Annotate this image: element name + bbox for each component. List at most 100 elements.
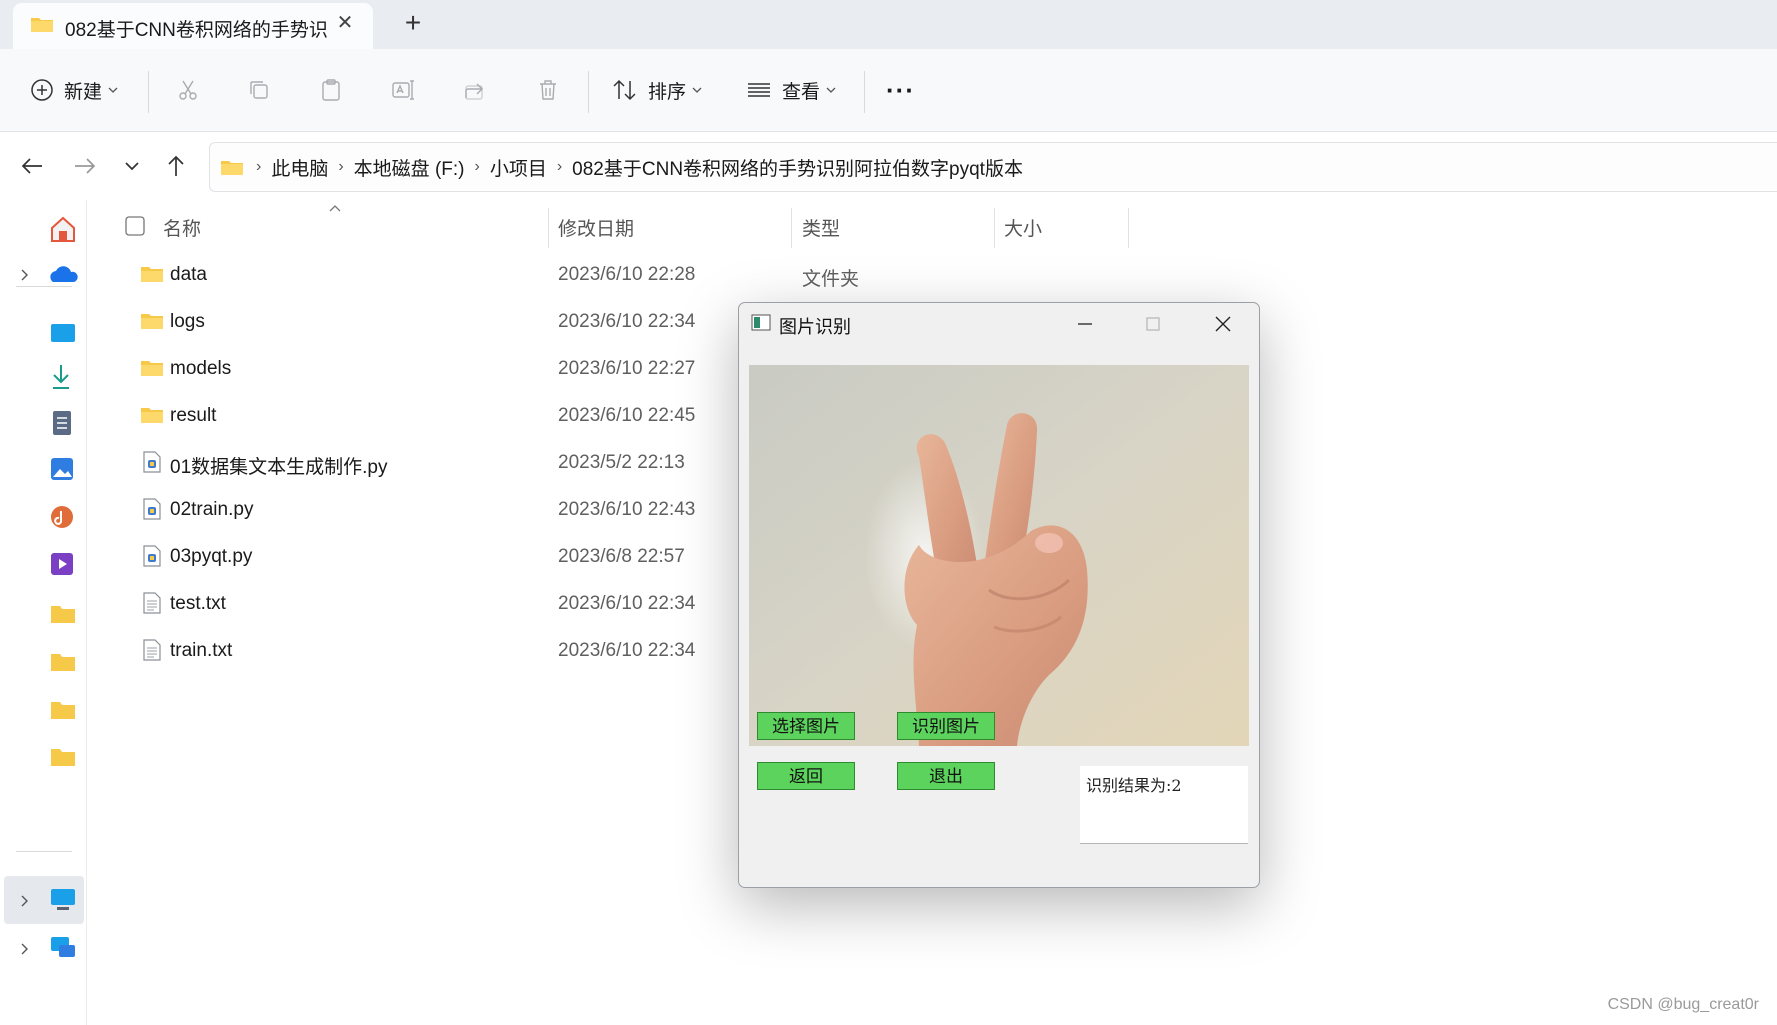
sort-button[interactable]: 排序 [612, 49, 702, 131]
videos-icon[interactable] [49, 550, 83, 580]
select-all-checkbox[interactable] [125, 216, 145, 236]
expand-chevron-icon[interactable] [18, 942, 32, 956]
column-divider[interactable] [791, 208, 792, 248]
python-file-icon [143, 545, 161, 567]
tab-strip: 082基于CNN卷积网络的手势识 ✕ + [0, 0, 1777, 49]
file-row[interactable]: train.txt 2023/6/10 22:34 [86, 628, 786, 675]
chevron-down-icon [108, 87, 118, 93]
image-recognition-dialog: 图片识别 选择图片 识别图片 返回 退出 识别结果为:2 [738, 302, 1260, 888]
close-tab-icon[interactable]: ✕ [333, 11, 357, 35]
dialog-title: 图片识别 [779, 317, 851, 337]
downloads-icon[interactable] [49, 362, 83, 392]
copy-button[interactable] [247, 49, 271, 131]
file-row[interactable]: models 2023/6/10 22:27 [86, 346, 786, 393]
rename-button[interactable] [391, 49, 417, 131]
breadcrumb-small-projects[interactable]: 小项目 [490, 154, 547, 181]
breadcrumb-current-folder[interactable]: 082基于CNN卷积网络的手势识别阿拉伯数字pyqt版本 [572, 154, 1023, 181]
folder-icon[interactable] [49, 646, 83, 676]
file-date: 2023/6/10 22:43 [558, 499, 696, 520]
address-row: › 此电脑 › 本地磁盘 (F:) › 小项目 › 082基于CNN卷积网络的手… [0, 132, 1777, 200]
chevron-down-icon [826, 87, 836, 93]
back-arrow-icon[interactable] [18, 152, 46, 180]
file-name: 02train.py [170, 499, 254, 520]
text-file-icon [143, 592, 161, 614]
rename-icon [392, 80, 414, 100]
trash-icon [540, 80, 556, 100]
breadcrumb-this-pc[interactable]: 此电脑 [271, 154, 328, 181]
file-row[interactable]: result 2023/6/10 22:45 [86, 393, 786, 440]
minimize-icon[interactable] [1071, 311, 1099, 337]
breadcrumb-local-disk[interactable]: 本地磁盘 (F:) [354, 154, 465, 181]
address-bar[interactable]: › 此电脑 › 本地磁盘 (F:) › 小项目 › 082基于CNN卷积网络的手… [209, 142, 1777, 192]
file-date: 2023/6/10 22:27 [558, 358, 696, 379]
expand-chevron-icon[interactable] [18, 894, 32, 908]
file-name: train.txt [170, 640, 233, 661]
paste-button[interactable] [319, 49, 343, 131]
file-name: result [170, 405, 217, 426]
maximize-icon[interactable] [1139, 311, 1167, 337]
view-label: 查看 [782, 81, 821, 103]
home-icon[interactable] [49, 214, 83, 244]
select-image-button[interactable]: 选择图片 [757, 712, 855, 740]
music-icon[interactable] [49, 503, 83, 533]
file-row[interactable]: 03pyqt.py 2023/6/8 22:57 [86, 534, 786, 581]
new-button[interactable]: 新建 [30, 49, 118, 131]
file-row[interactable]: test.txt 2023/6/10 22:34 [86, 581, 786, 628]
cut-button[interactable] [176, 49, 200, 131]
network-icon[interactable] [49, 933, 83, 963]
folder-icon [141, 361, 163, 376]
back-button[interactable]: 返回 [757, 762, 855, 790]
recent-locations-chevron-icon[interactable] [118, 152, 146, 180]
folder-icon[interactable] [49, 694, 83, 724]
share-button[interactable] [463, 49, 487, 131]
file-name: logs [170, 311, 205, 332]
folder-icon [221, 161, 243, 175]
toolbar-separator [864, 71, 865, 113]
this-pc-icon[interactable] [49, 885, 83, 915]
file-row[interactable]: data 2023/6/10 22:28 文件夹 [86, 252, 1086, 299]
column-size[interactable]: 大小 [1004, 214, 1042, 241]
close-icon[interactable] [1209, 311, 1237, 337]
column-name[interactable]: 名称 [163, 214, 201, 241]
folder-icon[interactable] [49, 741, 83, 771]
file-row[interactable]: 02train.py 2023/6/10 22:43 [86, 487, 786, 534]
dialog-title-bar[interactable]: 图片识别 [739, 303, 1259, 345]
folder-icon [141, 267, 163, 282]
explorer-tab[interactable]: 082基于CNN卷积网络的手势识 ✕ [13, 3, 373, 49]
column-divider[interactable] [994, 208, 995, 248]
new-tab-button[interactable]: + [398, 8, 428, 38]
expand-chevron-icon[interactable] [18, 268, 32, 282]
list-view-icon [748, 83, 770, 97]
python-file-icon [143, 498, 161, 520]
documents-icon[interactable] [49, 408, 83, 438]
file-name: 03pyqt.py [170, 546, 253, 567]
pictures-icon[interactable] [49, 455, 83, 485]
watermark: CSDN @bug_creat0r [1607, 996, 1759, 1013]
file-row[interactable]: logs 2023/6/10 22:34 [86, 299, 786, 346]
column-divider[interactable] [1128, 208, 1129, 248]
file-row[interactable]: 01数据集文本生成制作.py 2023/5/2 22:13 [86, 440, 786, 487]
share-icon [465, 83, 483, 100]
desktop-icon[interactable] [49, 318, 83, 348]
column-date[interactable]: 修改日期 [558, 214, 634, 241]
scissors-icon [179, 80, 197, 100]
hand-gesture-image [749, 365, 1249, 746]
up-arrow-icon[interactable] [162, 152, 190, 180]
recognize-image-button[interactable]: 识别图片 [897, 712, 995, 740]
column-type[interactable]: 类型 [802, 214, 840, 241]
more-options-button[interactable]: ··· [886, 49, 915, 131]
column-divider[interactable] [548, 208, 549, 248]
view-button[interactable]: 查看 [746, 49, 836, 131]
folder-icon[interactable] [49, 598, 83, 628]
plus-circle-icon [31, 79, 53, 101]
file-date: 2023/6/10 22:28 [558, 264, 696, 285]
exit-button[interactable]: 退出 [897, 762, 995, 790]
clipboard-icon [322, 79, 340, 101]
forward-arrow-icon[interactable] [71, 152, 99, 180]
delete-button[interactable] [536, 49, 560, 131]
file-date: 2023/6/10 22:34 [558, 311, 696, 332]
new-label: 新建 [64, 81, 103, 103]
more-label: ··· [886, 74, 915, 105]
file-date: 2023/6/10 22:34 [558, 593, 696, 614]
navigation-pane [0, 200, 87, 1025]
